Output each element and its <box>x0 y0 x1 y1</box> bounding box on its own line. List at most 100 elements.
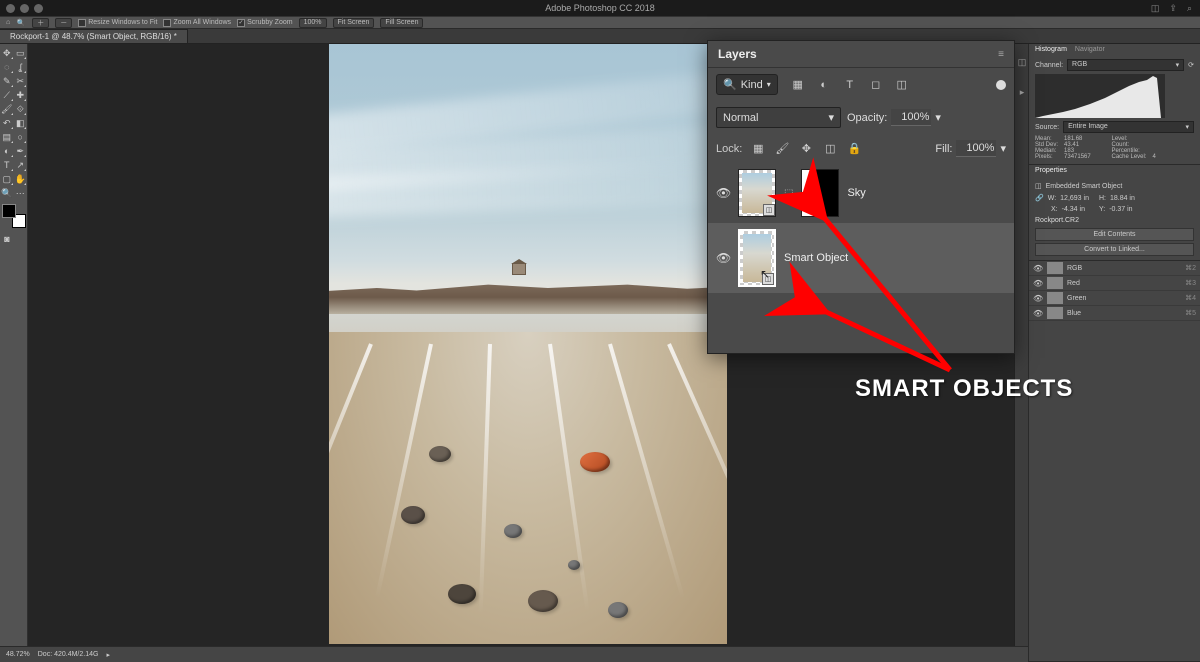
quickmask-icon[interactable]: ◙ <box>0 232 14 246</box>
channel-row[interactable]: 👁RGB⌘2 <box>1029 261 1200 276</box>
convert-linked-button[interactable]: Convert to Linked... <box>1035 243 1194 256</box>
hand-tool-icon[interactable]: ✋ <box>14 172 28 186</box>
lock-all-icon[interactable]: 🔒 <box>846 141 862 157</box>
blend-mode-select[interactable]: Normal▾ <box>716 107 841 128</box>
artboard-tool-icon[interactable]: ▭ <box>14 46 28 60</box>
channel-visibility-icon[interactable]: 👁 <box>1033 294 1043 303</box>
fit-screen-button[interactable]: Fit Screen <box>333 18 375 28</box>
history-brush-tool-icon[interactable]: ↶ <box>0 116 14 130</box>
navigator-tab[interactable]: Navigator <box>1075 46 1105 53</box>
refresh-icon[interactable]: ⟳ <box>1188 61 1194 69</box>
histogram-panel: Channel: RGB▾ ⟳ Source:Entire Image▾ Mea… <box>1029 55 1200 165</box>
status-zoom[interactable]: 48.72% <box>6 651 30 658</box>
lock-image-icon[interactable]: 🖌 <box>774 141 790 157</box>
layer-thumbnail[interactable]: ◫ <box>738 169 776 217</box>
channel-row[interactable]: 👁Blue⌘5 <box>1029 306 1200 321</box>
layer-row[interactable]: 👁 ◫ ⬚ Sky <box>708 163 1014 223</box>
channel-visibility-icon[interactable]: 👁 <box>1033 264 1043 273</box>
smart-object-badge-icon: ◫ <box>763 204 775 216</box>
zoom-tool-icon: 🔍 <box>16 18 26 28</box>
layer-filter-kind-select[interactable]: 🔍Kind▾ <box>716 74 778 95</box>
mask-link-icon[interactable]: ⬚ <box>784 188 793 199</box>
filter-pixel-icon[interactable]: ▦ <box>790 77 806 93</box>
layers-panel-menu-icon[interactable]: ≡ <box>998 49 1004 60</box>
filter-toggle-switch[interactable] <box>996 80 1006 90</box>
histogram-channel-select[interactable]: RGB▾ <box>1067 59 1184 71</box>
options-bar: ⌂ 🔍 ＋ － Resize Windows to Fit Zoom All W… <box>0 16 1200 29</box>
document-tab[interactable]: Rockport-1 @ 48.7% (Smart Object, RGB/16… <box>0 29 188 43</box>
filter-shape-icon[interactable]: ◻ <box>868 77 884 93</box>
histogram-source-select[interactable]: Entire Image▾ <box>1063 121 1194 133</box>
gradient-tool-icon[interactable]: ▤ <box>0 130 14 144</box>
fill-dropdown-icon[interactable]: ▾ <box>1000 142 1006 155</box>
channel-row[interactable]: 👁Green⌘4 <box>1029 291 1200 306</box>
fill-field[interactable]: 100% <box>956 140 996 157</box>
layer-name-label[interactable]: Smart Object <box>784 252 848 264</box>
stamp-tool-icon[interactable]: ⟐ <box>14 102 28 116</box>
lock-transparency-icon[interactable]: ▦ <box>750 141 766 157</box>
status-doc-info[interactable]: Doc: 420.4M/2.14G <box>38 651 99 658</box>
pen-tool-icon[interactable]: ✒ <box>14 144 28 158</box>
zoom-window-icon[interactable] <box>34 4 43 13</box>
resize-windows-checkbox[interactable]: Resize Windows to Fit <box>78 19 157 27</box>
crop-tool-icon[interactable]: ✂ <box>14 74 28 88</box>
quick-select-tool-icon[interactable]: ✎ <box>0 74 14 88</box>
type-tool-icon[interactable]: T <box>0 158 14 172</box>
healing-tool-icon[interactable]: ✚ <box>14 88 28 102</box>
link-icon[interactable]: 🔗 <box>1035 194 1044 202</box>
fill-screen-button[interactable]: Fill Screen <box>380 18 423 28</box>
share-icon[interactable]: ⇪ <box>1169 3 1177 14</box>
channel-visibility-icon[interactable]: 👁 <box>1033 309 1043 318</box>
layer-mask-thumbnail[interactable] <box>801 169 839 217</box>
document-canvas[interactable] <box>329 44 727 644</box>
layer-name-label[interactable]: Sky <box>847 187 865 199</box>
layers-panel[interactable]: Layers ≡ 🔍Kind▾ ▦ ◐ T ◻ ◫ Normal▾ Opacit… <box>707 40 1015 354</box>
zoom-out-button[interactable]: － <box>55 18 72 28</box>
zoom-tool-icon[interactable]: 🔍 <box>0 186 14 200</box>
filter-type-icon[interactable]: T <box>842 77 858 93</box>
eyedropper-tool-icon[interactable]: ⟋ <box>0 88 14 102</box>
layer-thumbnail[interactable]: ◫ ↖ <box>738 229 776 287</box>
close-window-icon[interactable] <box>6 4 15 13</box>
opacity-field[interactable]: 100% <box>891 109 931 126</box>
channel-visibility-icon[interactable]: 👁 <box>1033 279 1043 288</box>
lock-artboard-icon[interactable]: ◫ <box>822 141 838 157</box>
layer-row[interactable]: 👁 ◫ ↖ Smart Object <box>708 223 1014 293</box>
filter-adjustment-icon[interactable]: ◐ <box>816 77 832 93</box>
marquee-tool-icon[interactable]: ◌ <box>0 60 14 74</box>
edit-contents-button[interactable]: Edit Contents <box>1035 228 1194 241</box>
lasso-tool-icon[interactable]: ʆ <box>14 60 28 74</box>
shape-tool-icon[interactable]: ▢ <box>0 172 14 186</box>
lock-position-icon[interactable]: ✥ <box>798 141 814 157</box>
move-tool-icon[interactable]: ✥ <box>0 46 14 60</box>
channel-row[interactable]: 👁Red⌘3 <box>1029 276 1200 291</box>
zoom-all-checkbox[interactable]: Zoom All Windows <box>163 19 231 27</box>
path-tool-icon[interactable]: ↗ <box>14 158 28 172</box>
opacity-dropdown-icon[interactable]: ▾ <box>935 111 941 124</box>
visibility-toggle-icon[interactable]: 👁 <box>716 251 730 265</box>
source-filename: Rockport.CR2 <box>1035 215 1194 226</box>
search-icon[interactable]: ⌕ <box>1187 3 1192 14</box>
scrubby-zoom-checkbox[interactable]: ✓Scrubby Zoom <box>237 19 293 27</box>
color-swatches[interactable] <box>2 204 26 228</box>
minimize-window-icon[interactable] <box>20 4 29 13</box>
visibility-toggle-icon[interactable]: 👁 <box>716 186 730 200</box>
history-panel-icon[interactable]: ◫ <box>1015 50 1029 74</box>
properties-tab[interactable]: Properties <box>1035 167 1067 174</box>
dodge-tool-icon[interactable]: ◐ <box>0 144 14 158</box>
actions-panel-icon[interactable]: ▸ <box>1015 80 1029 104</box>
channel-shortcut: ⌘5 <box>1185 309 1196 317</box>
window-title-bar: Adobe Photoshop CC 2018 ◫ ⇪ ⌕ <box>0 0 1200 16</box>
edit-toolbar-icon[interactable]: ⋯ <box>14 186 28 200</box>
blur-tool-icon[interactable]: ○ <box>14 130 28 144</box>
home-icon[interactable]: ⌂ <box>6 19 10 26</box>
collapsed-panel-strip[interactable]: ◫ ▸ <box>1014 44 1028 646</box>
histogram-tab[interactable]: Histogram <box>1035 46 1067 53</box>
channel-thumbnail <box>1047 277 1063 289</box>
eraser-tool-icon[interactable]: ◧ <box>14 116 28 130</box>
zoom-in-button[interactable]: ＋ <box>32 18 49 28</box>
filter-smart-icon[interactable]: ◫ <box>894 77 910 93</box>
zoom-value-field[interactable]: 100% <box>299 18 327 28</box>
brush-tool-icon[interactable]: 🖌 <box>0 102 14 116</box>
cloud-sync-icon[interactable]: ◫ <box>1151 3 1160 14</box>
